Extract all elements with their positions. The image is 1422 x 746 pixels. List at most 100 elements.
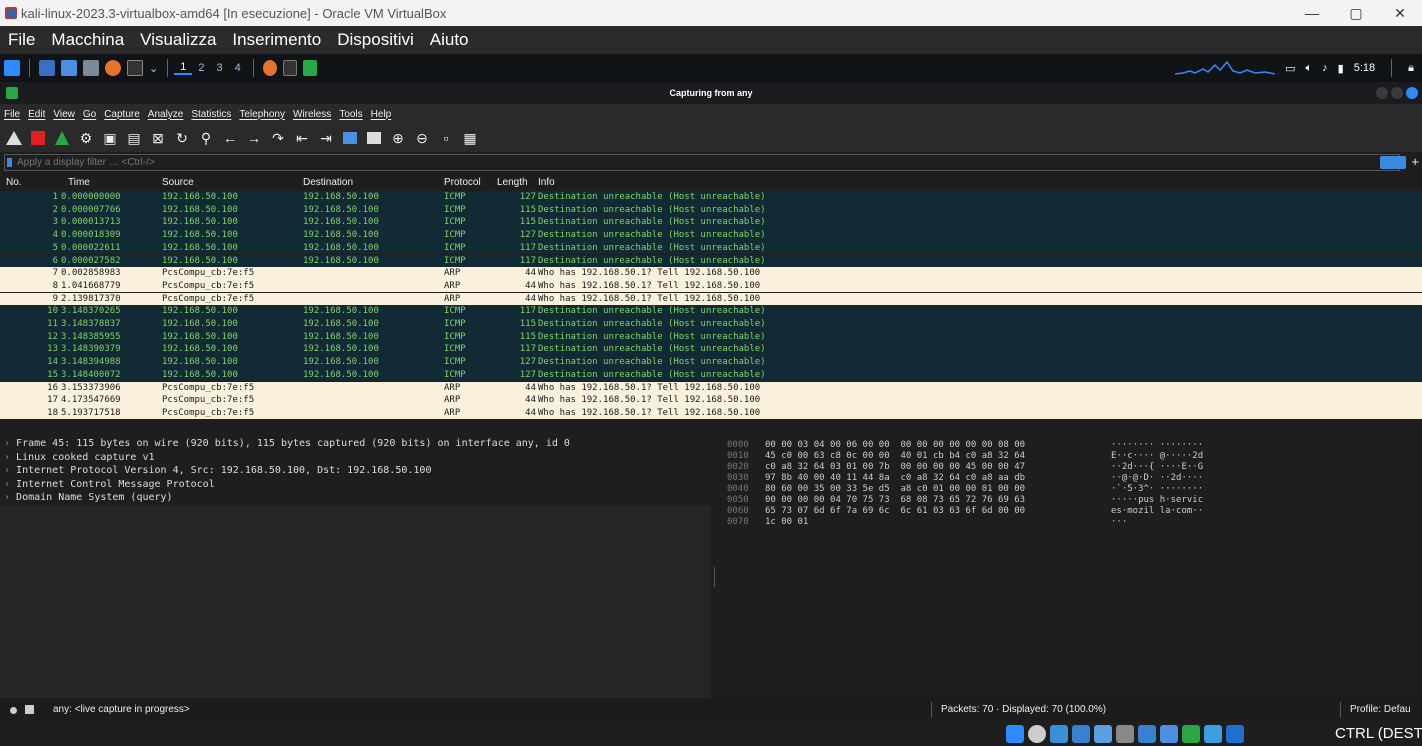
add-filter-button[interactable]: +: [1411, 154, 1419, 169]
menu-analyze[interactable]: Analyze: [144, 109, 188, 120]
packet-row[interactable]: 15 3.148400072 192.168.50.100 192.168.50.10…: [0, 368, 1422, 382]
detail-ipv4[interactable]: Internet Protocol Version 4, Src: 192.16…: [0, 464, 711, 478]
bytes-row[interactable]: 0050 00 00 00 00 04 70 75 73 68 08 73 65 …: [717, 495, 1422, 506]
maximize-button[interactable]: ▢: [1334, 0, 1378, 26]
terminal-icon[interactable]: [127, 60, 143, 76]
bytes-row[interactable]: 0070 1c 00 01 ···: [717, 517, 1422, 528]
column-time[interactable]: Time: [68, 177, 90, 188]
desktop-icon[interactable]: [39, 60, 55, 76]
maximize-dot-icon[interactable]: [1391, 87, 1403, 99]
detail-frame[interactable]: Frame 45: 115 bytes on wire (920 bits), …: [0, 437, 711, 451]
detail-dns[interactable]: Domain Name System (query): [0, 491, 711, 505]
normal-size-icon[interactable]: ▫: [436, 128, 456, 148]
packet-row[interactable]: 6 0.000027582 192.168.50.100 192.168.50.100…: [0, 254, 1422, 267]
column-info[interactable]: Info: [538, 177, 555, 188]
file-manager-icon[interactable]: [61, 60, 77, 76]
kali-menu-icon[interactable]: [4, 60, 20, 76]
menu-file[interactable]: File: [0, 109, 24, 120]
battery-icon[interactable]: ▮: [1338, 62, 1344, 75]
capture-comment-icon[interactable]: [25, 705, 34, 714]
packet-row[interactable]: 17 4.173547669 PcsCompu_cb:7e:f5 ARP 44 Who h…: [0, 394, 1422, 407]
clock[interactable]: 5:18: [1354, 62, 1375, 74]
text-editor-icon[interactable]: [83, 60, 99, 76]
optical-drive-icon[interactable]: [1028, 725, 1046, 743]
packet-row[interactable]: 8 1.041668779 PcsCompu_cb:7e:f5 ARP 44 Who ha…: [0, 279, 1422, 293]
packet-row[interactable]: 4 0.000018309 192.168.50.100 192.168.50.100…: [0, 229, 1422, 242]
expert-info-icon[interactable]: [10, 707, 17, 714]
detail-linux-cooked[interactable]: Linux cooked capture v1: [0, 451, 711, 465]
volume-icon[interactable]: 🔈︎: [1306, 62, 1313, 75]
vbox-menu-machine[interactable]: Macchina: [43, 30, 132, 50]
menu-go[interactable]: Go: [79, 109, 100, 120]
column-no[interactable]: No.: [6, 177, 22, 188]
workspace-1[interactable]: 1: [174, 61, 193, 75]
firefox-task-icon[interactable]: [262, 60, 277, 76]
guest-additions-icon[interactable]: [1204, 725, 1222, 743]
workspace-4[interactable]: 4: [229, 62, 247, 74]
go-first-icon[interactable]: ⇤: [292, 128, 312, 148]
start-capture-icon[interactable]: [4, 128, 24, 148]
packet-row[interactable]: 14 3.148394988 192.168.50.100 192.168.50.10…: [0, 356, 1422, 369]
apply-filter-button[interactable]: [1380, 156, 1406, 169]
packet-row[interactable]: 10 3.148370265 192.168.50.100 192.168.50.10…: [0, 305, 1422, 318]
column-protocol[interactable]: Protocol: [444, 177, 481, 188]
packet-row[interactable]: 3 0.000013713 192.168.50.100 192.168.50.100…: [0, 216, 1422, 229]
detail-icmp[interactable]: Internet Control Message Protocol: [0, 478, 711, 492]
packet-row[interactable]: 12 3.148385955 192.168.50.100 192.168.50.10…: [0, 330, 1422, 344]
stop-capture-icon[interactable]: [28, 128, 48, 148]
packet-row[interactable]: 11 3.148378837 192.168.50.100 192.168.50.10…: [0, 318, 1422, 331]
shared-folders-icon[interactable]: [1116, 725, 1134, 743]
workspace-3[interactable]: 3: [210, 62, 228, 74]
packet-row[interactable]: 18 5.193717518 PcsCompu_cb:7e:f5 ARP 44 Who h…: [0, 406, 1422, 420]
zoom-out-icon[interactable]: ⊖: [412, 128, 432, 148]
close-dot-icon[interactable]: [1406, 87, 1418, 99]
go-back-icon[interactable]: ←: [220, 128, 240, 148]
colorize-icon[interactable]: [364, 128, 384, 148]
display-icon[interactable]: ▭: [1285, 62, 1295, 75]
find-packet-icon[interactable]: ⚲: [196, 128, 216, 148]
mouse-integration-icon[interactable]: [1226, 725, 1244, 743]
menu-tools[interactable]: Tools: [335, 109, 366, 120]
vbox-menu-devices[interactable]: Dispositivi: [329, 30, 422, 50]
audio-icon[interactable]: [1050, 725, 1068, 743]
display-filter-input[interactable]: [4, 154, 1400, 171]
network-icon[interactable]: [1072, 725, 1090, 743]
video-capture-icon[interactable]: [1160, 725, 1178, 743]
column-destination[interactable]: Destination: [303, 177, 353, 188]
usb-icon[interactable]: [1094, 725, 1112, 743]
terminal-task-icon[interactable]: [282, 60, 297, 76]
menu-help[interactable]: Help: [367, 109, 396, 120]
restart-capture-icon[interactable]: [52, 128, 72, 148]
bytes-row[interactable]: 0040 80 60 00 35 00 33 5e d5 a8 c0 01 00 …: [717, 484, 1422, 495]
menu-wireless[interactable]: Wireless: [289, 109, 335, 120]
go-forward-icon[interactable]: →: [244, 128, 264, 148]
menu-telephony[interactable]: Telephony: [235, 109, 289, 120]
packet-row[interactable]: 5 0.000022611 192.168.50.100 192.168.50.100…: [0, 241, 1422, 255]
packet-row[interactable]: 13 3.148390379 192.168.50.100 192.168.50.10…: [0, 343, 1422, 356]
vbox-menu-view[interactable]: Visualizza: [132, 30, 224, 50]
splitter-handle[interactable]: [714, 567, 715, 587]
host-key-label[interactable]: CTRL (DESTR: [1335, 725, 1422, 742]
packet-row[interactable]: 16 3.153373906 PcsCompu_cb:7e:f5 ARP 44 Who h…: [0, 381, 1422, 394]
reload-file-icon[interactable]: ↻: [172, 128, 192, 148]
autoscroll-icon[interactable]: [340, 128, 360, 148]
vbox-menu-help[interactable]: Aiuto: [422, 30, 477, 50]
close-file-icon[interactable]: ⊠: [148, 128, 168, 148]
packet-row[interactable]: 9 2.139817370 PcsCompu_cb:7e:f5 ARP 44 Who ha…: [0, 292, 1422, 306]
bytes-row[interactable]: 0010 45 c0 00 63 c8 0c 00 00 40 01 cb b4 …: [717, 451, 1422, 462]
column-source[interactable]: Source: [162, 177, 194, 188]
lock-icon[interactable]: 🔒︎: [1408, 62, 1414, 75]
bookmark-icon[interactable]: [7, 158, 12, 167]
packet-row[interactable]: 7 0.002858983 PcsCompu_cb:7e:f5 ARP 44 Who ha…: [0, 267, 1422, 280]
column-length[interactable]: Length: [497, 177, 528, 188]
vbox-menu-input[interactable]: Inserimento: [224, 30, 329, 50]
wireshark-task-icon[interactable]: [302, 60, 317, 76]
capture-options-icon[interactable]: ⚙: [76, 128, 96, 148]
bytes-row[interactable]: 0020 c0 a8 32 64 03 01 00 7b 00 00 00 00 …: [717, 462, 1422, 473]
hard-disk-icon[interactable]: [1006, 725, 1024, 743]
firefox-icon[interactable]: [105, 60, 121, 76]
resize-columns-icon[interactable]: ▦: [460, 128, 480, 148]
bytes-row[interactable]: 0060 65 73 07 6d 6f 7a 69 6c 6c 61 03 63 …: [717, 506, 1422, 517]
menu-statistics[interactable]: Statistics: [187, 109, 235, 120]
save-file-icon[interactable]: ▤: [124, 128, 144, 148]
